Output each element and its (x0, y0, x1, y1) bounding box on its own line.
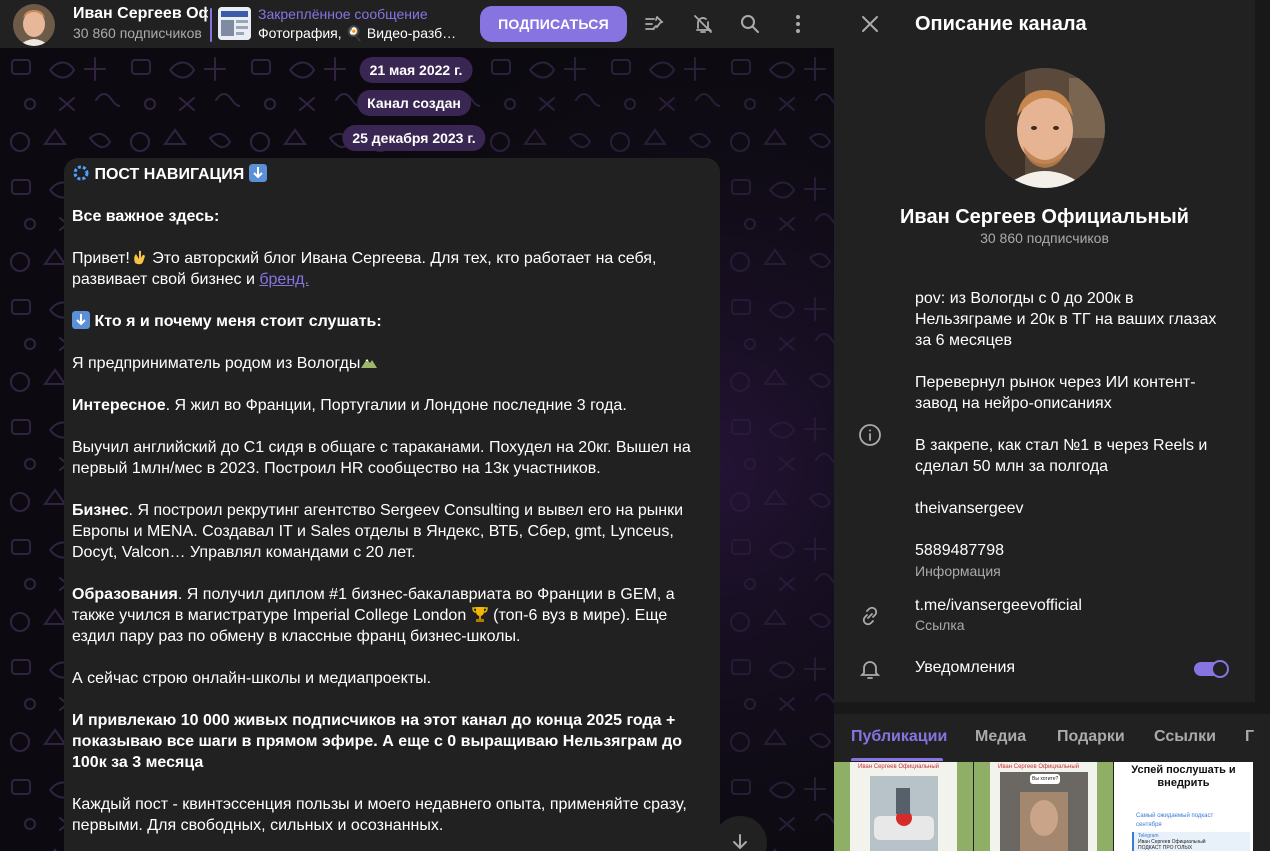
post-goal: И привлекаю 10 000 живых подписчиков на … (72, 712, 683, 771)
close-icon (862, 16, 878, 32)
chat-area: Иван Сергеев Официальный 30 860 подписчи… (0, 0, 834, 851)
channel-description[interactable]: pov: из Вологды с 0 до 200к в Нельзяграм… (915, 288, 1235, 582)
service-message: Канал создан (357, 90, 471, 116)
channel-title[interactable]: Иван Сергеев Официальный (73, 5, 208, 23)
down-arrow-emoji-icon (72, 311, 90, 329)
post-who-heading: Кто я и почему меня стоит слушать: (94, 313, 382, 330)
pinned-thumbnail[interactable] (218, 7, 251, 40)
channel-subscribers: 30 860 подписчиков (73, 25, 202, 41)
arrow-down-icon (733, 834, 747, 850)
bell-icon (858, 657, 882, 686)
info-label: Информация (915, 563, 1001, 579)
notifications-label: Уведомления (915, 659, 1016, 676)
tab-more[interactable]: Г (1245, 728, 1254, 746)
panel-title: Описание канала (915, 13, 1087, 35)
description-line: 5889487798 (915, 542, 1004, 559)
pinned-list-icon[interactable] (638, 8, 670, 40)
channel-link[interactable]: t.me/ivansergeevofficial (915, 597, 1082, 615)
post-origin: Я предприниматель родом из Вологды (72, 355, 361, 372)
media-thumbnail[interactable]: Иван Сергеев Официальный (834, 762, 973, 851)
post-achievements: Выучил английский до С1 сидя в общаге с … (72, 439, 691, 477)
channel-profile-photo[interactable] (985, 68, 1105, 188)
shared-media-tabs: Публикации Медиа Подарки Ссылки Г (834, 714, 1270, 762)
post-now: А сейчас строю онлайн-школы и медиапроек… (72, 670, 432, 687)
post-interesting-label: Интересное (72, 397, 166, 414)
waving-hand-emoji-icon (133, 250, 145, 265)
description-line: theivansergeev (915, 500, 1024, 517)
channel-info-panel: Описание канала Иван Сергеев Официальный… (834, 0, 1270, 851)
panel-channel-name: Иван Сергеев Официальный (900, 206, 1189, 228)
description-line: В закрепе, как стал №1 в через Reels и с… (915, 437, 1208, 475)
post-closing: Каждый пост - квинтэссенция пользы и мое… (72, 796, 687, 834)
post-brand-link[interactable]: бренд. (259, 271, 309, 288)
search-icon[interactable] (734, 8, 766, 40)
pinned-message-label[interactable]: Закреплённое сообщение (258, 6, 428, 22)
post-education-label: Образования (72, 586, 178, 603)
loading-emoji-icon (73, 165, 89, 181)
tab-links[interactable]: Ссылки (1154, 728, 1216, 746)
chat-header: Иван Сергеев Официальный 30 860 подписчи… (0, 0, 834, 48)
date-chip: 21 мая 2022 г. (359, 57, 473, 83)
tabs-separator (834, 702, 1270, 714)
description-line: pov: из Вологды с 0 до 200к в Нельзяграм… (915, 290, 1217, 349)
thumbnail-question: Вы хотите? (1032, 776, 1059, 782)
link-label: Ссылка (915, 617, 965, 633)
post-title: ПОСТ НАВИГАЦИЯ (94, 166, 245, 183)
media-grid: Иван Сергеев Официальный Иван Сергеев Оф… (834, 762, 1270, 851)
panel-subscribers: 30 860 подписчиков (980, 230, 1109, 246)
pinned-message-text[interactable]: Фотография, 🍳 Видео-разбор… (258, 25, 463, 42)
info-icon (858, 423, 882, 452)
notifications-toggle[interactable] (1194, 658, 1230, 680)
active-tab-indicator (851, 758, 943, 761)
thumbnail-title: Успей послушать и внедрить (1131, 764, 1236, 789)
thumbnail-meta: ПОДКАСТ ПРО ГОЛЫХ (1138, 845, 1193, 851)
post-greeting: Привет! (72, 250, 130, 267)
telegram-window: Иван Сергеев Официальный 30 860 подписчи… (0, 0, 1270, 851)
mountain-emoji-icon (361, 359, 378, 368)
channel-link-row[interactable]: t.me/ivansergeevofficial Ссылка (915, 597, 1082, 633)
down-arrow-emoji-icon (248, 164, 267, 182)
channel-avatar[interactable] (13, 4, 55, 46)
subscribe-button[interactable]: ПОДПИСАТЬСЯ (480, 6, 627, 42)
tab-gifts[interactable]: Подарки (1057, 728, 1125, 746)
tab-publications[interactable]: Публикации (851, 728, 947, 746)
tab-media[interactable]: Медиа (975, 728, 1026, 746)
media-thumbnail[interactable]: Успей послушать и внедрить Самый ожидаем… (1114, 762, 1253, 851)
post-greeting-text: Это авторский блог Ивана Сергеева. Для т… (72, 250, 657, 288)
thumbnail-caption: Иван Сергеев Официальный (998, 764, 1080, 770)
thumbnail-line: сентября (1136, 822, 1162, 828)
trophy-emoji-icon (471, 607, 488, 622)
post-business-label: Бизнес (72, 502, 129, 519)
more-icon[interactable] (782, 8, 814, 40)
pinned-indicator (210, 8, 212, 42)
date-chip: 25 декабря 2023 г. (342, 125, 486, 151)
post-business-text: . Я построил рекрутинг агентство Sergeev… (72, 502, 684, 561)
mute-icon[interactable] (687, 8, 719, 40)
notifications-row[interactable]: Уведомления (915, 659, 1015, 677)
link-icon (858, 604, 882, 633)
thumbnail-caption: Иван Сергеев Официальный (858, 764, 940, 770)
channel-post[interactable]: ПОСТ НАВИГАЦИЯ Все важное здесь: Привет!… (64, 158, 720, 851)
media-thumbnail[interactable]: Иван Сергеев Официальный Вы хотите? (974, 762, 1113, 851)
thumbnail-line: Самый ожидаемый подкаст (1136, 813, 1214, 819)
close-panel-button[interactable] (854, 8, 886, 40)
post-intro-heading: Все важное здесь: (72, 208, 220, 225)
description-line: Перевернул рынок через ИИ контент-завод … (915, 374, 1196, 412)
post-interesting-text: . Я жил во Франции, Португалии и Лондоне… (165, 397, 627, 414)
